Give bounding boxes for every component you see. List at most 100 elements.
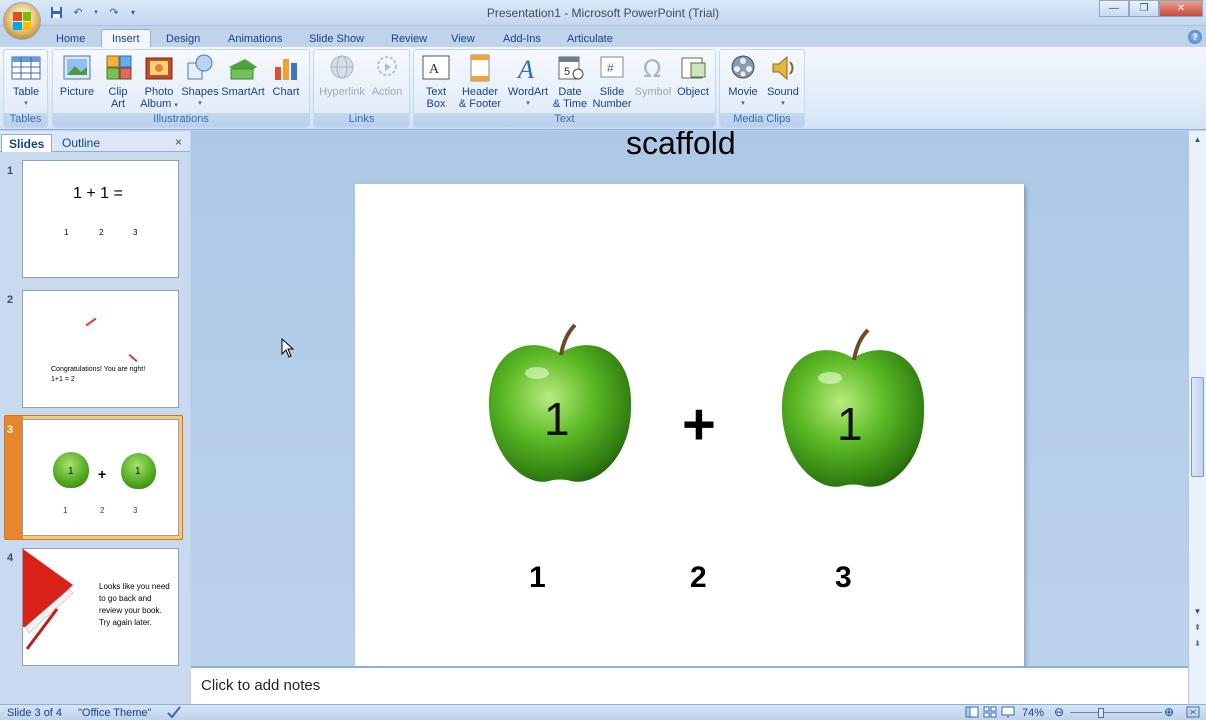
date-time-label-2: & Time [552, 98, 588, 110]
tab-view[interactable]: View [441, 29, 485, 48]
sound-button[interactable]: Sound ▾ [763, 53, 803, 110]
group-label-illustrations: Illustrations [53, 113, 309, 127]
slide-number-2: 2 [7, 294, 14, 306]
zoom-level[interactable]: 74% [1022, 707, 1044, 719]
group-text: A Text Box Header & Footer A WordArt ▾ 5… [413, 49, 716, 128]
window-title: Presentation1 - Microsoft PowerPoint (Tr… [486, 6, 720, 20]
tab-review[interactable]: Review [381, 29, 437, 48]
scroll-up-icon[interactable]: ▲ [1191, 133, 1204, 146]
zoom-out-icon[interactable]: ⊖ [1054, 705, 1064, 719]
group-links: Hyperlink Action Links [313, 49, 410, 128]
tab-articulate[interactable]: Articulate [557, 29, 623, 48]
slide-number-button[interactable]: # Slide Number [591, 53, 633, 110]
plus-sign: + [682, 392, 716, 457]
window-controls: — ❐ ✕ [1099, 0, 1203, 17]
group-media-clips: Movie ▾ Sound ▾ Media Clips [719, 49, 805, 128]
movie-dropdown-icon: ▾ [741, 100, 745, 107]
spell-check-icon[interactable] [166, 705, 182, 720]
text-box-label-2: Box [426, 98, 446, 110]
fit-slide-icon[interactable] [1186, 706, 1200, 720]
action-button[interactable]: Action [368, 53, 406, 98]
symbol-button[interactable]: Ω Symbol [633, 53, 673, 98]
normal-view-icon[interactable] [965, 706, 979, 720]
slide-canvas[interactable]: 1 + 1 1 2 3 [355, 184, 1024, 666]
previous-slide-icon[interactable]: ⇞ [1191, 621, 1204, 634]
apple-right-label: 1 [837, 398, 863, 450]
svg-text:#: # [607, 61, 614, 75]
zoom-slider-track[interactable] [1070, 712, 1162, 713]
wordart-icon: A [512, 53, 544, 84]
date-time-button[interactable]: 5 Date & Time [551, 53, 589, 110]
smartart-label: SmartArt [221, 86, 265, 98]
shapes-dropdown-icon: ▾ [198, 100, 202, 107]
tab-animations[interactable]: Animations [218, 29, 292, 48]
zoom-slider-thumb[interactable] [1098, 708, 1104, 718]
slide-thumbnail-4[interactable]: Looks like you need to go back and revie… [22, 548, 179, 666]
answer-option-1[interactable]: 1 [529, 561, 546, 595]
slide-show-view-icon[interactable] [1001, 706, 1015, 720]
clip-art-button[interactable]: Clip Art [103, 53, 133, 110]
theme-name: "Office Theme" [78, 707, 152, 719]
zoom-in-icon[interactable]: ⊕ [1164, 705, 1174, 719]
tab-insert[interactable]: Insert [101, 29, 151, 48]
shapes-button[interactable]: Shapes ▾ [181, 53, 219, 110]
scroll-down-icon[interactable]: ▼ [1191, 605, 1204, 618]
notes-placeholder: Click to add notes [201, 677, 321, 694]
office-button[interactable] [3, 2, 41, 40]
ribbon-tabs: Home Insert Design Animations Slide Show… [0, 26, 1206, 48]
picture-icon [61, 53, 93, 83]
group-illustrations: Picture Clip Art Photo Album ▾ Shapes ▾ [52, 49, 310, 128]
tab-home[interactable]: Home [46, 29, 95, 48]
table-button[interactable]: Table ▾ [8, 53, 44, 110]
minimize-button[interactable]: — [1099, 0, 1129, 17]
table-label: Table [12, 86, 40, 98]
pane-close-icon[interactable]: × [175, 135, 182, 149]
slide-thumbnail-1[interactable]: 1 + 1 = 1 2 3 [22, 160, 179, 278]
slide-number-3: 3 [7, 424, 14, 436]
vertical-scrollbar[interactable]: ▲ ▼ ⇞ ⇟ [1188, 131, 1206, 666]
object-button[interactable]: Object [673, 53, 713, 98]
restore-button[interactable]: ❐ [1129, 0, 1159, 17]
answer-option-3[interactable]: 3 [835, 561, 852, 595]
notes-pane[interactable]: Click to add notes [191, 666, 1188, 704]
hyperlink-icon [326, 53, 358, 83]
mouse-cursor-icon [281, 337, 295, 361]
header-footer-button[interactable]: Header & Footer [457, 53, 503, 110]
slide-thumbnail-2[interactable]: Congratulations! You are right! 1+1 = 2 [22, 290, 179, 408]
chart-button[interactable]: Chart [267, 53, 305, 98]
pane-tabs: Slides Outline × [0, 131, 190, 152]
tab-design[interactable]: Design [156, 29, 210, 48]
photo-album-label-2: Album ▾ [140, 98, 178, 110]
scrollbar-thumb[interactable] [1191, 377, 1204, 477]
slide-sorter-view-icon[interactable] [983, 706, 997, 720]
help-icon[interactable]: ? [1188, 30, 1202, 44]
hyperlink-button[interactable]: Hyperlink [317, 53, 367, 98]
next-slide-icon[interactable]: ⇟ [1191, 637, 1204, 650]
film-reel-icon [727, 53, 759, 83]
slide-number-icon: # [596, 53, 628, 83]
slide-thumbnail-3[interactable]: 1 + 1 1 2 3 [22, 419, 179, 536]
symbol-label: Symbol [634, 86, 672, 98]
tab-add-ins[interactable]: Add-Ins [493, 29, 551, 48]
object-label: Object [677, 86, 709, 98]
status-bar: Slide 3 of 4 "Office Theme" 74% ⊖ ⊕ [0, 704, 1206, 720]
photo-album-button[interactable]: Photo Album ▾ [139, 53, 179, 112]
thumb4-text: Looks like you need to go back and revie… [99, 582, 170, 627]
wordart-button[interactable]: A WordArt ▾ [506, 53, 550, 110]
omega-icon: Ω [637, 53, 669, 83]
thumb3-option-1: 1 [63, 506, 68, 515]
office-logo-icon [13, 12, 31, 30]
smartart-button[interactable]: SmartArt [220, 53, 266, 98]
tab-slide-show[interactable]: Slide Show [299, 29, 374, 48]
tab-outline[interactable]: Outline [55, 134, 107, 152]
answer-option-2[interactable]: 2 [690, 561, 707, 595]
svg-text:Ω: Ω [643, 55, 661, 83]
close-button[interactable]: ✕ [1159, 0, 1203, 17]
text-box-button[interactable]: A Text Box [418, 53, 454, 110]
movie-button[interactable]: Movie ▾ [723, 53, 763, 110]
pencil-mark-icon [85, 317, 97, 327]
notes-scrollbar[interactable] [1188, 666, 1206, 704]
tab-slides[interactable]: Slides [1, 134, 53, 152]
book-icon [23, 549, 83, 665]
picture-button[interactable]: Picture [57, 53, 97, 98]
